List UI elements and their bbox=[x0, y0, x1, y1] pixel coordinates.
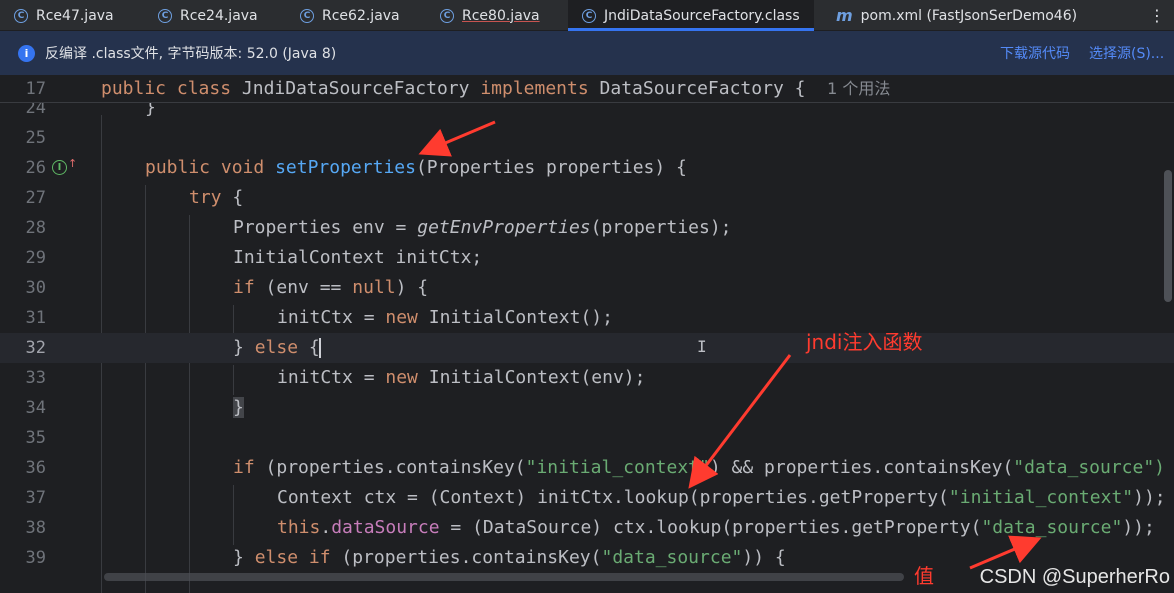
tab-label: Rce47.java bbox=[36, 7, 114, 24]
line-number: 29 bbox=[25, 248, 46, 268]
code-text: if (properties.containsKey("initial_cont… bbox=[233, 457, 1166, 478]
line-number: 37 bbox=[25, 488, 46, 508]
code-text: Properties env = getEnvProperties(proper… bbox=[233, 217, 732, 238]
code-text: Context ctx = (Context) initCtx.lookup(p… bbox=[277, 487, 1166, 508]
tab-label: Rce62.java bbox=[322, 7, 400, 24]
matched-brace: } bbox=[233, 397, 244, 418]
code-text: this.dataSource = (DataSource) ctx.looku… bbox=[277, 517, 1155, 538]
class-icon: C bbox=[300, 8, 314, 23]
code-text: } bbox=[233, 393, 244, 423]
line-number: 38 bbox=[25, 518, 46, 538]
tab-pom-xml[interactable]: m pom.xml (FastJsonSerDemo46) bbox=[836, 0, 1077, 31]
tab-rce80[interactable]: C Rce80.java bbox=[440, 0, 540, 31]
code-line[interactable]: 36 if (properties.containsKey("initial_c… bbox=[0, 453, 1174, 483]
maven-icon: m bbox=[836, 6, 853, 25]
download-sources-link[interactable]: 下载源代码 bbox=[1000, 31, 1070, 75]
code-line[interactable]: 26 I ↑ public void setProperties(Propert… bbox=[0, 153, 1174, 183]
line-number: 35 bbox=[25, 428, 46, 448]
code-line[interactable]: 37 Context ctx = (Context) initCtx.looku… bbox=[0, 483, 1174, 513]
tab-rce62[interactable]: C Rce62.java bbox=[300, 0, 400, 31]
code-line[interactable]: 33 initCtx = new InitialContext(env); bbox=[0, 363, 1174, 393]
usages-hint[interactable]: 1 个用法 bbox=[827, 79, 890, 98]
annotation-value: 值 bbox=[914, 564, 934, 588]
code-line[interactable]: 28 Properties env = getEnvProperties(pro… bbox=[0, 213, 1174, 243]
code-text: try { bbox=[189, 187, 244, 208]
code-text: if (env == null) { bbox=[233, 277, 429, 298]
line-number: 36 bbox=[25, 458, 46, 478]
sticky-header-line[interactable]: 17 public class JndiDataSourceFactory im… bbox=[0, 75, 1174, 103]
tab-jndidatasourcefactory[interactable]: C JndiDataSourceFactory.class bbox=[568, 0, 814, 31]
line-number: 27 bbox=[25, 188, 46, 208]
vertical-scrollbar[interactable] bbox=[1164, 170, 1172, 302]
code-line[interactable]: 25 bbox=[0, 123, 1174, 153]
line-number: 34 bbox=[25, 398, 46, 418]
code-editor[interactable]: 17 public class JndiDataSourceFactory im… bbox=[0, 75, 1174, 593]
class-icon: C bbox=[158, 8, 172, 23]
code-line[interactable]: 29 InitialContext initCtx; bbox=[0, 243, 1174, 273]
text-cursor-icon: I bbox=[697, 337, 707, 356]
info-icon: i bbox=[18, 44, 35, 62]
watermark: CSDN @SuperherRo bbox=[979, 566, 1170, 588]
tab-label: Rce24.java bbox=[180, 7, 258, 24]
code-text: public class JndiDataSourceFactory imple… bbox=[101, 78, 891, 99]
code-line[interactable]: 34 } bbox=[0, 393, 1174, 423]
class-icon: C bbox=[440, 8, 454, 23]
implementation-icon[interactable]: I bbox=[52, 160, 67, 175]
code-text: initCtx = new InitialContext(); bbox=[277, 307, 613, 328]
tab-rce47[interactable]: C Rce47.java bbox=[14, 0, 114, 31]
more-tabs-button[interactable]: ⋮ bbox=[1148, 0, 1166, 31]
line-number: 17 bbox=[25, 79, 46, 99]
code-text: initCtx = new InitialContext(env); bbox=[277, 367, 646, 388]
class-icon: C bbox=[582, 8, 596, 23]
override-up-arrow-icon: ↑ bbox=[68, 157, 78, 170]
tab-label: JndiDataSourceFactory.class bbox=[604, 7, 800, 24]
line-number: 30 bbox=[25, 278, 46, 298]
code-text: InitialContext initCtx; bbox=[233, 247, 483, 268]
code-line[interactable]: 30 if (env == null) { bbox=[0, 273, 1174, 303]
banner-text: 反编译 .class文件, 字节码版本: 52.0 (Java 8) bbox=[45, 46, 337, 62]
editor-tab-bar: C Rce47.java C Rce24.java C Rce62.java C… bbox=[0, 0, 1174, 31]
code-line[interactable]: 35 bbox=[0, 423, 1174, 453]
line-number: 28 bbox=[25, 218, 46, 238]
line-number: 25 bbox=[25, 128, 46, 148]
decompiled-info-banner: i 反编译 .class文件, 字节码版本: 52.0 (Java 8) 下载源… bbox=[0, 31, 1174, 75]
tab-label: pom.xml (FastJsonSerDemo46) bbox=[860, 7, 1078, 24]
line-number: 33 bbox=[25, 368, 46, 388]
choose-sources-link[interactable]: 选择源(S)... bbox=[1089, 31, 1164, 75]
code-line-current[interactable]: 32 } else { bbox=[0, 333, 1174, 363]
line-number: 39 bbox=[25, 548, 46, 568]
text-caret bbox=[318, 338, 321, 358]
class-icon: C bbox=[14, 8, 28, 23]
line-number: 31 bbox=[25, 308, 46, 328]
code-text: public void setProperties(Properties pro… bbox=[145, 157, 687, 178]
code-line[interactable]: 27 try { bbox=[0, 183, 1174, 213]
horizontal-scrollbar[interactable] bbox=[104, 573, 904, 581]
annotation-jndi-injection: jndi注入函数 bbox=[806, 330, 923, 354]
code-line[interactable]: 31 initCtx = new InitialContext(); bbox=[0, 303, 1174, 333]
tab-label: Rce80.java bbox=[462, 7, 540, 24]
line-number: 26 bbox=[25, 158, 46, 178]
code-text: } else { bbox=[233, 337, 321, 358]
tab-rce24[interactable]: C Rce24.java bbox=[158, 0, 258, 31]
code-text: } else if (properties.containsKey("data_… bbox=[233, 547, 786, 568]
code-line[interactable]: 38 this.dataSource = (DataSource) ctx.lo… bbox=[0, 513, 1174, 543]
line-number: 32 bbox=[25, 338, 46, 358]
